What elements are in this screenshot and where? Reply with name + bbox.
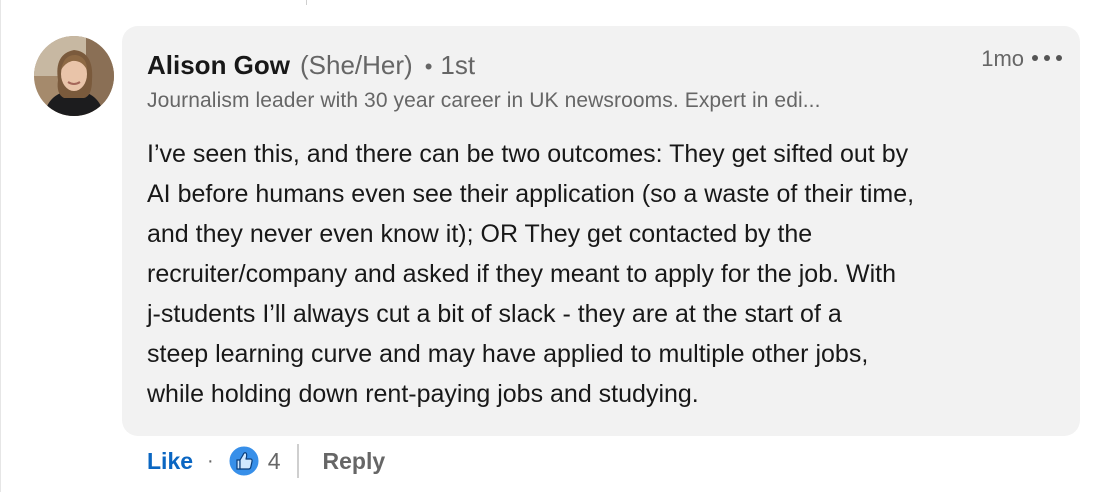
author-avatar[interactable] <box>34 36 114 116</box>
author-pronouns: (She/Her) <box>300 50 413 80</box>
comment-line: while holding down rent-paying jobs and … <box>147 380 699 408</box>
action-divider <box>296 444 299 478</box>
separator-dot: • <box>424 54 433 79</box>
reply-button[interactable]: Reply <box>323 448 386 475</box>
action-separator-dot: · <box>207 449 214 472</box>
connection-degree: 1st <box>440 50 476 80</box>
comment-line: AI before humans even see their applicat… <box>147 180 915 208</box>
comment-line: recruiter/company and asked if they mean… <box>147 260 896 288</box>
comment-bubble: Alison Gow (She/Her) • 1st Journalism le… <box>122 26 1080 436</box>
thread-line <box>0 0 1 492</box>
comment-actions: Like · 4 Reply <box>147 443 385 479</box>
author-line: Alison Gow (She/Her) • 1st <box>147 50 475 80</box>
ellipsis-icon[interactable] <box>1032 48 1062 68</box>
comment-line: j-students I’ll always cut a bit of slac… <box>147 300 842 328</box>
comment-line: steep learning curve and may have applie… <box>147 340 869 368</box>
thread-connector <box>306 0 307 5</box>
comment-text: I’ve seen this, and there can be two out… <box>147 134 1057 414</box>
comment-timestamp: 1mo <box>981 46 1024 71</box>
author-headline[interactable]: Journalism leader with 30 year career in… <box>147 89 821 113</box>
comment-line: and they never even know it); OR They ge… <box>147 220 813 248</box>
comment-line: I’ve seen this, and there can be two out… <box>147 140 909 168</box>
thumbs-up-icon[interactable] <box>228 445 260 477</box>
like-button[interactable]: Like <box>147 448 193 475</box>
reaction-count[interactable]: 4 <box>268 448 281 475</box>
profile-photo-icon <box>34 36 114 116</box>
author-name[interactable]: Alison Gow <box>147 50 290 81</box>
